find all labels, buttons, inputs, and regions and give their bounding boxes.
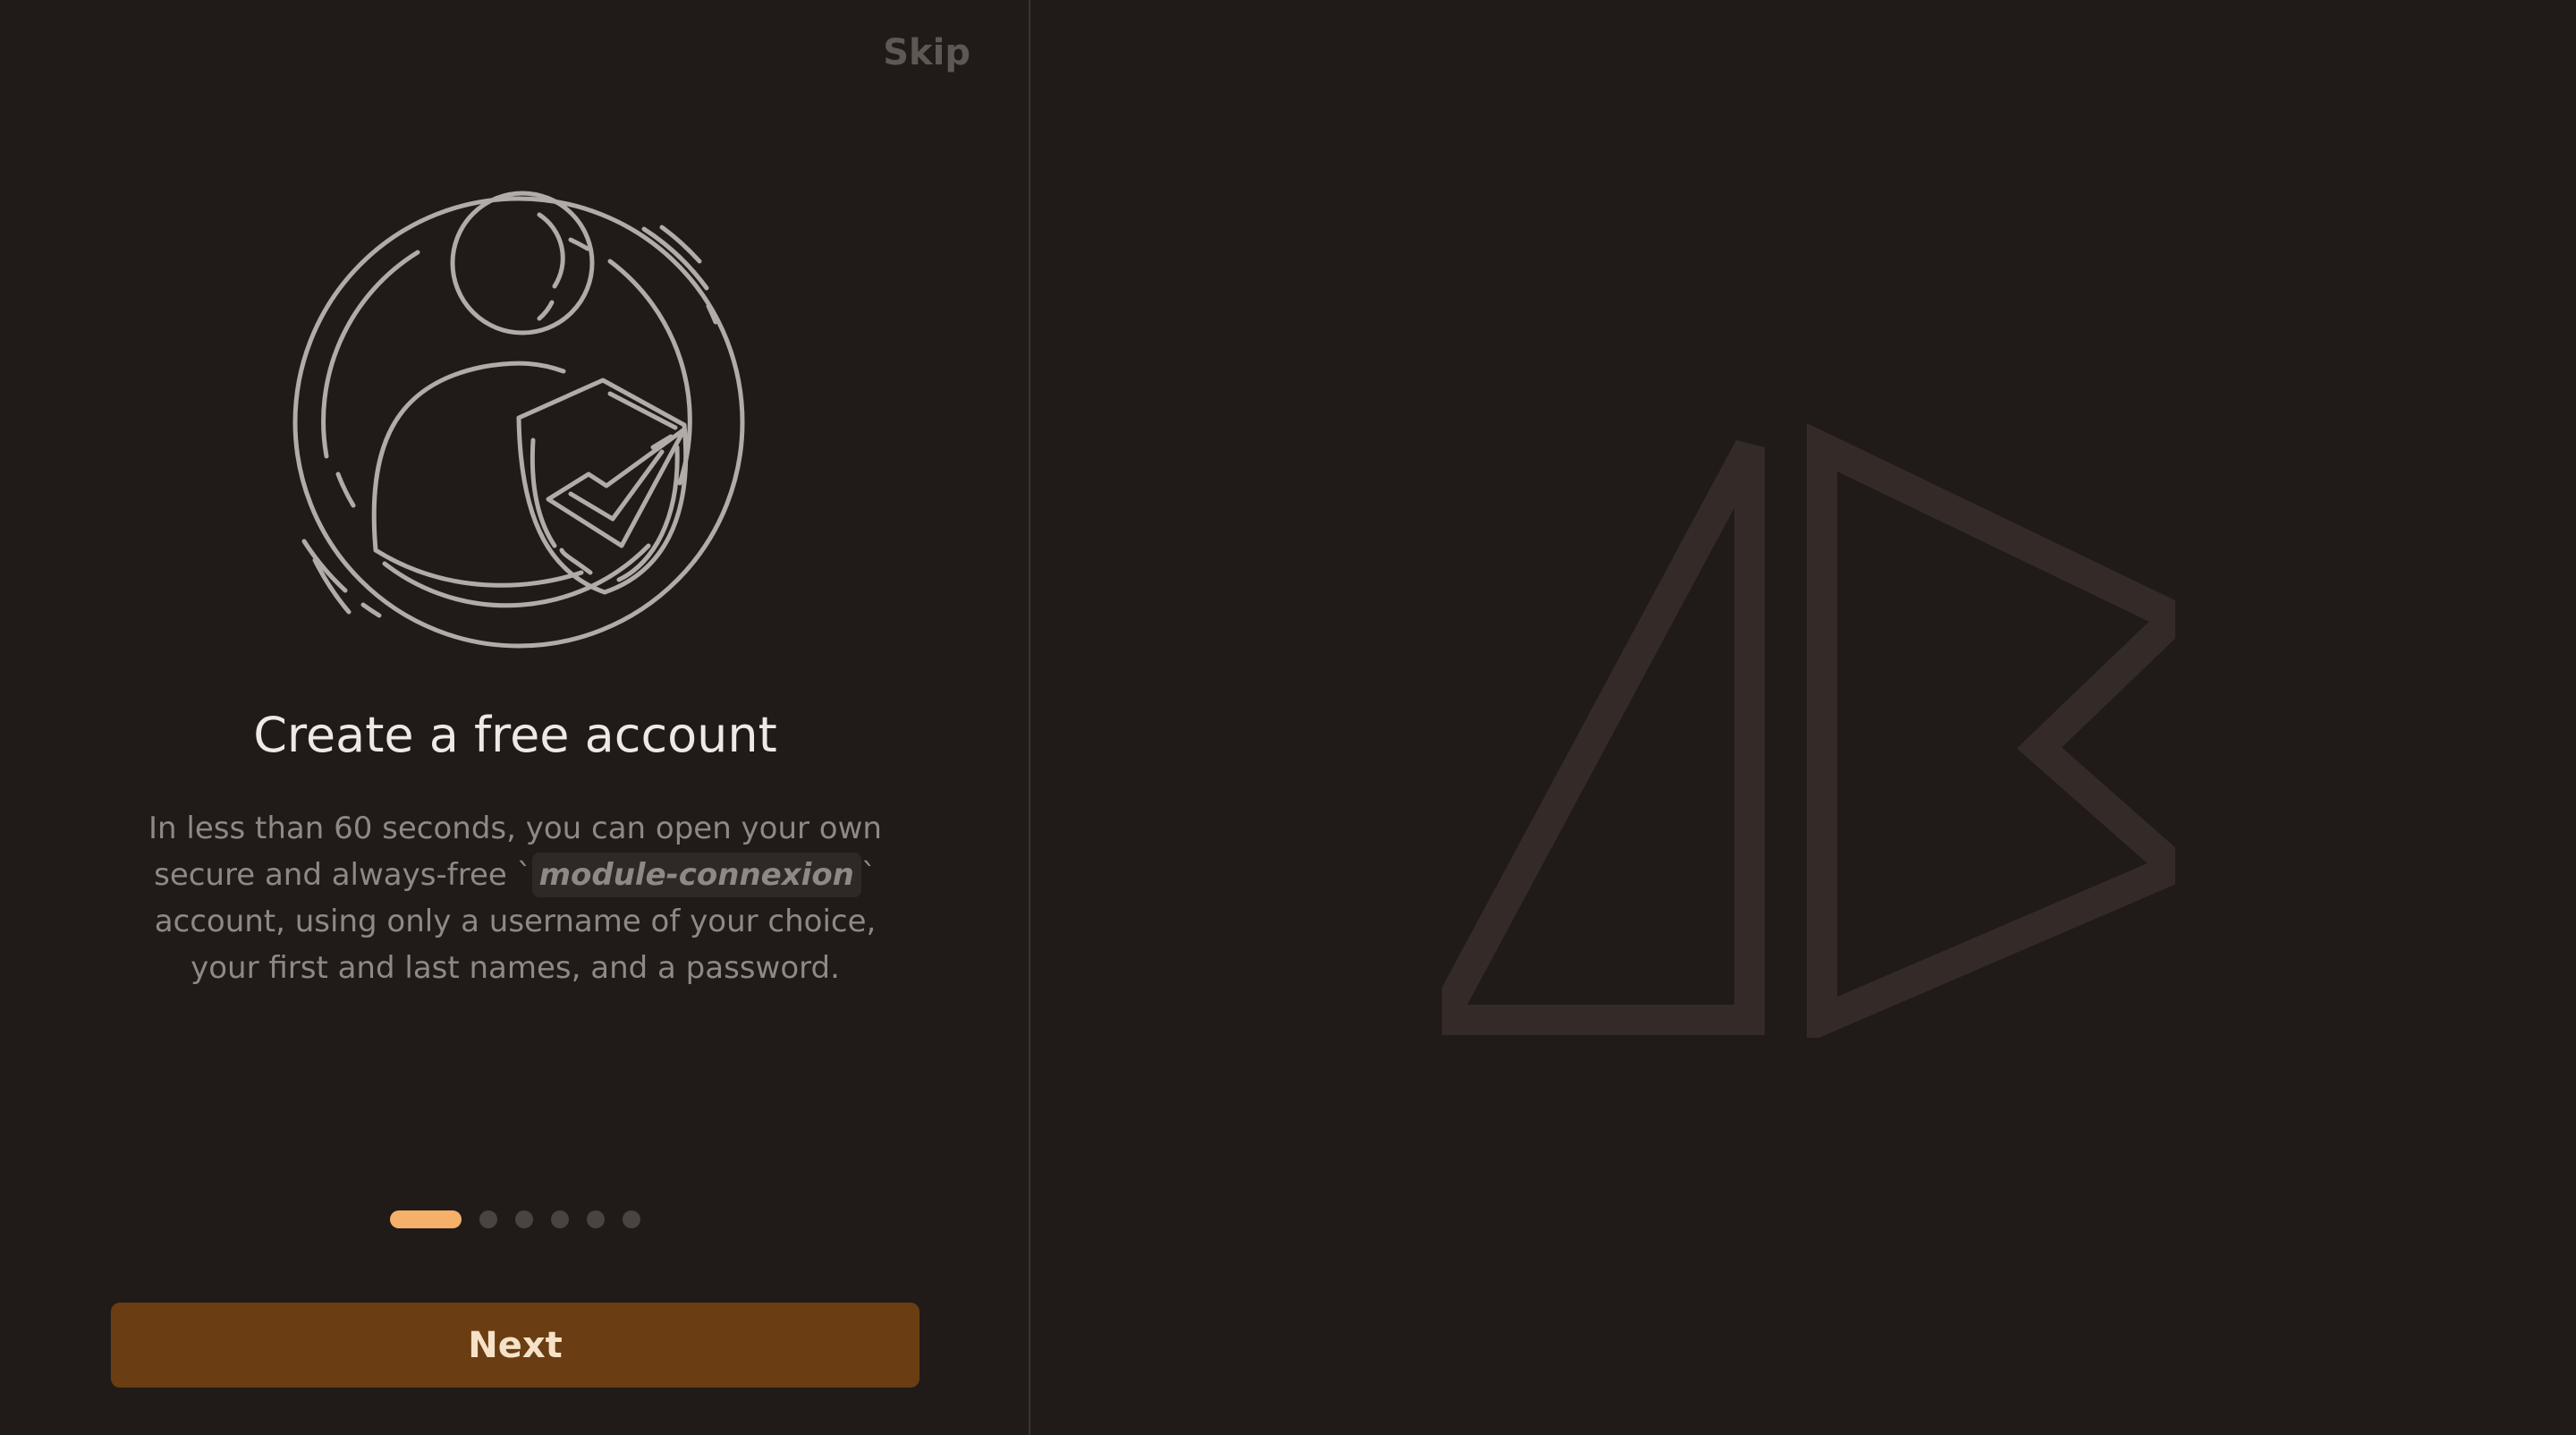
step-dot-4[interactable] (551, 1210, 569, 1228)
step-indicator (390, 1210, 640, 1229)
brand-panel (1030, 0, 2576, 1435)
step-dot-2[interactable] (479, 1210, 497, 1228)
user-shield-check-icon (292, 191, 745, 649)
step-dot-1[interactable] (390, 1210, 462, 1228)
onboarding-panel: Skip Create a free account In less than … (0, 0, 1030, 1435)
step-dot-5[interactable] (587, 1210, 605, 1228)
step-dot-6[interactable] (623, 1210, 640, 1228)
app-window: Skip Create a free account In less than … (0, 0, 2576, 1435)
step-dot-3[interactable] (515, 1210, 533, 1228)
next-button[interactable]: Next (111, 1303, 919, 1388)
page-title: Create a free account (253, 707, 777, 763)
skip-button[interactable]: Skip (883, 32, 970, 73)
ab-logo-icon (1442, 422, 2175, 1038)
description: In less than 60 seconds, you can open yo… (122, 805, 909, 991)
module-name-code: module-connexion (531, 853, 861, 897)
